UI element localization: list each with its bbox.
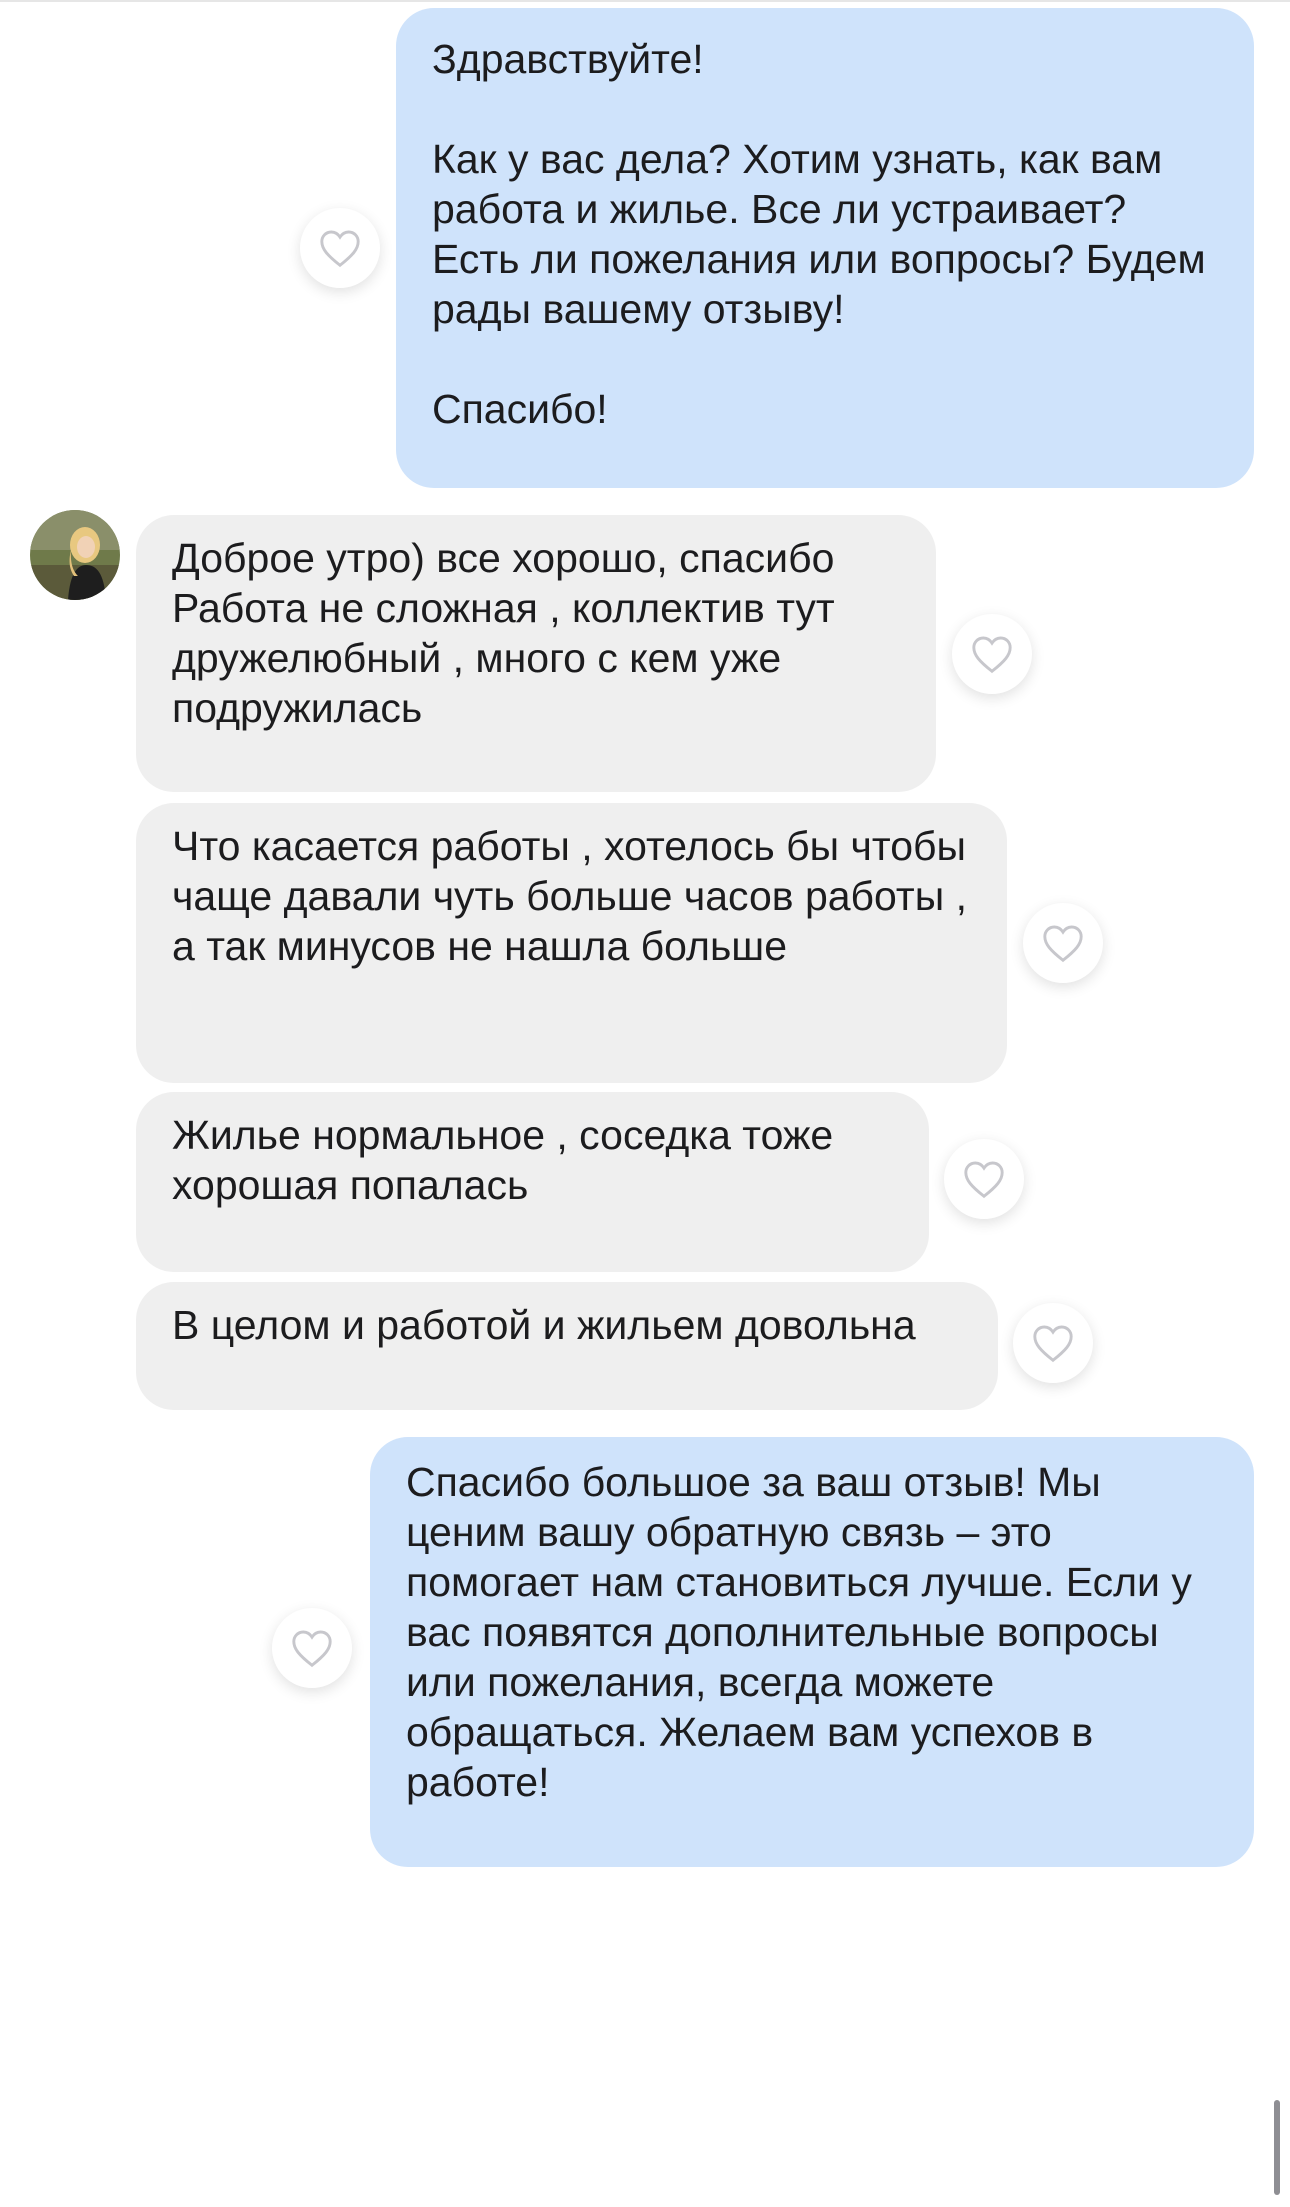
heart-outline-icon: [292, 1630, 332, 1668]
heart-outline-icon: [964, 1161, 1004, 1199]
heart-outline-icon: [1043, 925, 1083, 963]
like-button[interactable]: [300, 208, 380, 288]
scrollbar[interactable]: [1274, 2100, 1280, 2195]
message-bubble-incoming[interactable]: Что касается работы , хотелось бы чтобы …: [136, 803, 1007, 1083]
heart-outline-icon: [972, 636, 1012, 674]
message-bubble-incoming[interactable]: Жилье нормальное , соседка тоже хорошая …: [136, 1092, 929, 1272]
message-bubble-incoming[interactable]: В целом и работой и жильем довольна: [136, 1282, 998, 1410]
user-photo: [30, 510, 120, 600]
like-button[interactable]: [1013, 1303, 1093, 1383]
chat-thread: Здравствуйте! Как у вас дела? Хотим узна…: [0, 0, 1290, 2207]
message-bubble-incoming[interactable]: Доброе утро) все хорошо, спасибо Работа …: [136, 515, 936, 792]
heart-outline-icon: [1033, 1325, 1073, 1363]
like-button[interactable]: [272, 1608, 352, 1688]
message-bubble-outgoing[interactable]: Спасибо большое за ваш отзыв! Мы ценим в…: [370, 1437, 1254, 1867]
top-divider: [0, 0, 1290, 2]
like-button[interactable]: [952, 614, 1032, 694]
message-bubble-outgoing[interactable]: Здравствуйте! Как у вас дела? Хотим узна…: [396, 8, 1254, 488]
like-button[interactable]: [1023, 903, 1103, 983]
avatar[interactable]: [30, 510, 120, 600]
like-button[interactable]: [944, 1139, 1024, 1219]
heart-outline-icon: [320, 230, 360, 268]
